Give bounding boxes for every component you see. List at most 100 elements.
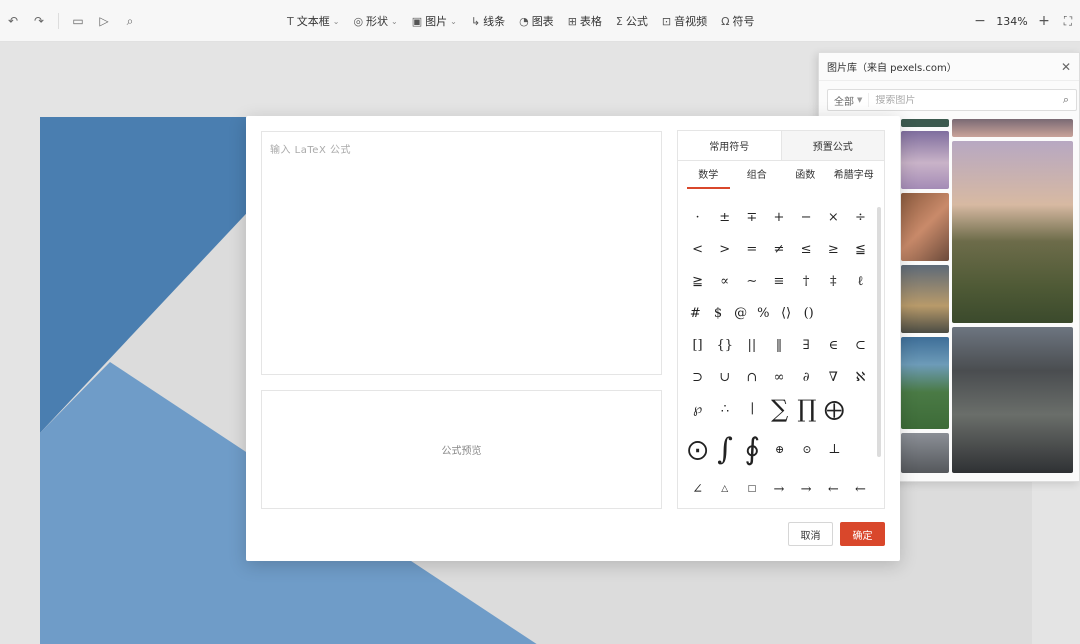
media-button[interactable]: ⊡ 音视频 bbox=[655, 8, 714, 34]
symbol-angle-brackets[interactable]: ⟨⟩ bbox=[775, 306, 798, 321]
redo-icon[interactable]: ↷ bbox=[26, 8, 52, 34]
symbol-geqq[interactable]: ≧ bbox=[684, 274, 711, 289]
symbol-geq[interactable]: ≥ bbox=[820, 242, 847, 257]
symbol-scrollbar[interactable] bbox=[877, 207, 881, 457]
shape-button[interactable]: ◎ 形状 ⌄ bbox=[346, 8, 404, 34]
subtab-math[interactable]: 数学 bbox=[684, 161, 733, 191]
symbol-not-equal[interactable]: ≠ bbox=[765, 242, 792, 257]
symbol-parentheses[interactable]: () bbox=[797, 306, 820, 321]
symbol-superset[interactable]: ⊃ bbox=[684, 370, 711, 385]
chart-button[interactable]: ◔ 图表 bbox=[512, 8, 561, 34]
symbol-in[interactable]: ∈ bbox=[820, 338, 847, 353]
tab-common-symbols[interactable]: 常用符号 bbox=[678, 131, 781, 160]
symbol-ell[interactable]: ℓ bbox=[847, 273, 874, 289]
symbol-long-leftarrow[interactable]: ← bbox=[847, 482, 874, 497]
subtab-greek[interactable]: 希腊字母 bbox=[830, 161, 879, 191]
symbol-weierstrass-p[interactable]: ℘ bbox=[684, 402, 711, 417]
image-thumbnail[interactable] bbox=[952, 119, 1073, 137]
symbol-equals[interactable]: = bbox=[738, 242, 765, 257]
image-thumbnail[interactable] bbox=[901, 131, 949, 189]
symbol-exists[interactable]: ∃ bbox=[793, 338, 820, 353]
symbol-big-oplus[interactable]: ⨁ bbox=[821, 397, 848, 421]
image-filter-dropdown[interactable]: 全部 ▼ bbox=[828, 93, 870, 108]
symbol-plus-minus[interactable]: ± bbox=[711, 210, 738, 225]
symbol-plus[interactable]: + bbox=[765, 210, 792, 225]
symbol-square[interactable]: □ bbox=[738, 484, 765, 494]
symbol-leqq[interactable]: ≦ bbox=[847, 242, 874, 257]
symbol-oplus[interactable]: ⊕ bbox=[766, 443, 793, 456]
symbol-union[interactable]: ∪ bbox=[711, 370, 738, 385]
zoom-search-icon[interactable]: ⌕ bbox=[117, 8, 143, 34]
textbox-button[interactable]: T 文本框 ⌄ bbox=[280, 8, 346, 34]
zoom-out-button[interactable]: − bbox=[968, 13, 992, 29]
image-thumbnail[interactable] bbox=[952, 327, 1073, 473]
pointer-icon[interactable]: ▷ bbox=[91, 8, 117, 34]
line-button[interactable]: ↳ 线条 bbox=[464, 8, 512, 34]
search-icon[interactable]: ⌕ bbox=[1056, 93, 1076, 107]
image-button[interactable]: ▣ 图片 ⌄ bbox=[405, 8, 464, 34]
tab-preset-formulas[interactable]: 预置公式 bbox=[780, 131, 884, 160]
symbol-percent[interactable]: % bbox=[752, 306, 775, 321]
symbol-partial[interactable]: ∂ bbox=[793, 370, 820, 385]
symbol-sim[interactable]: ∼ bbox=[738, 274, 765, 289]
symbol-subset[interactable]: ⊂ bbox=[847, 338, 874, 353]
symbol-minus[interactable]: − bbox=[793, 210, 820, 225]
symbol-aleph[interactable]: ℵ bbox=[847, 370, 874, 385]
symbol-greater-than[interactable]: > bbox=[711, 242, 738, 257]
symbol-cdot[interactable]: · bbox=[684, 210, 711, 225]
image-thumbnail[interactable] bbox=[901, 119, 949, 127]
undo-icon[interactable]: ↶ bbox=[0, 8, 26, 34]
formula-button[interactable]: Σ 公式 bbox=[609, 8, 655, 34]
confirm-button[interactable]: 确定 bbox=[840, 522, 885, 546]
subtab-combination[interactable]: 组合 bbox=[733, 161, 782, 191]
symbol-minus-plus[interactable]: ∓ bbox=[738, 210, 765, 225]
cancel-button[interactable]: 取消 bbox=[788, 522, 833, 546]
symbol-dagger[interactable]: † bbox=[793, 274, 820, 289]
subtab-functions[interactable]: 函数 bbox=[781, 161, 830, 191]
symbol-sum[interactable]: ∑ bbox=[766, 395, 793, 423]
symbol-perp[interactable]: ⊥ bbox=[821, 442, 848, 457]
symbol-less-than[interactable]: < bbox=[684, 242, 711, 257]
symbol-infinity[interactable]: ∞ bbox=[765, 370, 792, 385]
symbol-dollar[interactable]: $ bbox=[707, 306, 730, 321]
symbol-abs[interactable]: || bbox=[738, 338, 765, 353]
comment-icon[interactable]: ▭ bbox=[65, 8, 91, 34]
symbol-propto[interactable]: ∝ bbox=[711, 274, 738, 289]
symbol-leq[interactable]: ≤ bbox=[793, 242, 820, 257]
image-thumbnail[interactable] bbox=[952, 141, 1073, 323]
close-icon[interactable]: ✕ bbox=[1061, 60, 1071, 74]
symbol-brackets[interactable]: [] bbox=[684, 338, 711, 353]
symbol-intersection[interactable]: ∩ bbox=[738, 370, 765, 385]
symbol-hash[interactable]: # bbox=[684, 306, 707, 321]
image-thumbnail[interactable] bbox=[901, 265, 949, 333]
latex-input[interactable] bbox=[261, 131, 662, 375]
symbol-double-dagger[interactable]: ‡ bbox=[820, 274, 847, 289]
symbol-mid[interactable]: ∣ bbox=[739, 402, 766, 417]
image-thumbnail[interactable] bbox=[901, 433, 949, 473]
symbol-angle[interactable]: ∠ bbox=[684, 482, 711, 497]
symbol-divide[interactable]: ÷ bbox=[847, 210, 874, 225]
symbol-integral[interactable]: ∫ bbox=[711, 432, 738, 467]
symbol-equiv[interactable]: ≡ bbox=[765, 274, 792, 289]
image-search-input[interactable] bbox=[869, 94, 1056, 106]
symbol-norm[interactable]: ‖ bbox=[765, 338, 792, 353]
symbol-contour-integral[interactable]: ∮ bbox=[739, 432, 766, 467]
symbol-leftarrow[interactable]: ← bbox=[820, 482, 847, 497]
symbol-odot[interactable]: ⊙ bbox=[793, 443, 820, 456]
table-button[interactable]: ⊞ 表格 bbox=[561, 8, 609, 34]
symbol-button[interactable]: Ω 符号 bbox=[714, 8, 761, 34]
symbol-at[interactable]: @ bbox=[729, 306, 752, 321]
image-thumbnail[interactable] bbox=[901, 337, 949, 429]
symbol-rightarrow[interactable]: → bbox=[765, 482, 792, 497]
symbol-times[interactable]: × bbox=[820, 210, 847, 225]
symbol-triangle[interactable]: △ bbox=[711, 484, 738, 494]
symbol-braces[interactable]: {} bbox=[711, 338, 738, 353]
symbol-nabla[interactable]: ∇ bbox=[820, 370, 847, 385]
image-thumbnail[interactable] bbox=[901, 193, 949, 261]
symbol-therefore[interactable]: ∴ bbox=[711, 402, 738, 417]
zoom-in-button[interactable]: + bbox=[1032, 13, 1056, 29]
fullscreen-icon[interactable]: ⛶ bbox=[1056, 14, 1080, 29]
symbol-long-rightarrow[interactable]: → bbox=[793, 482, 820, 497]
symbol-big-odot[interactable]: ⨀ bbox=[684, 437, 711, 461]
symbol-product[interactable]: ∏ bbox=[793, 395, 820, 423]
